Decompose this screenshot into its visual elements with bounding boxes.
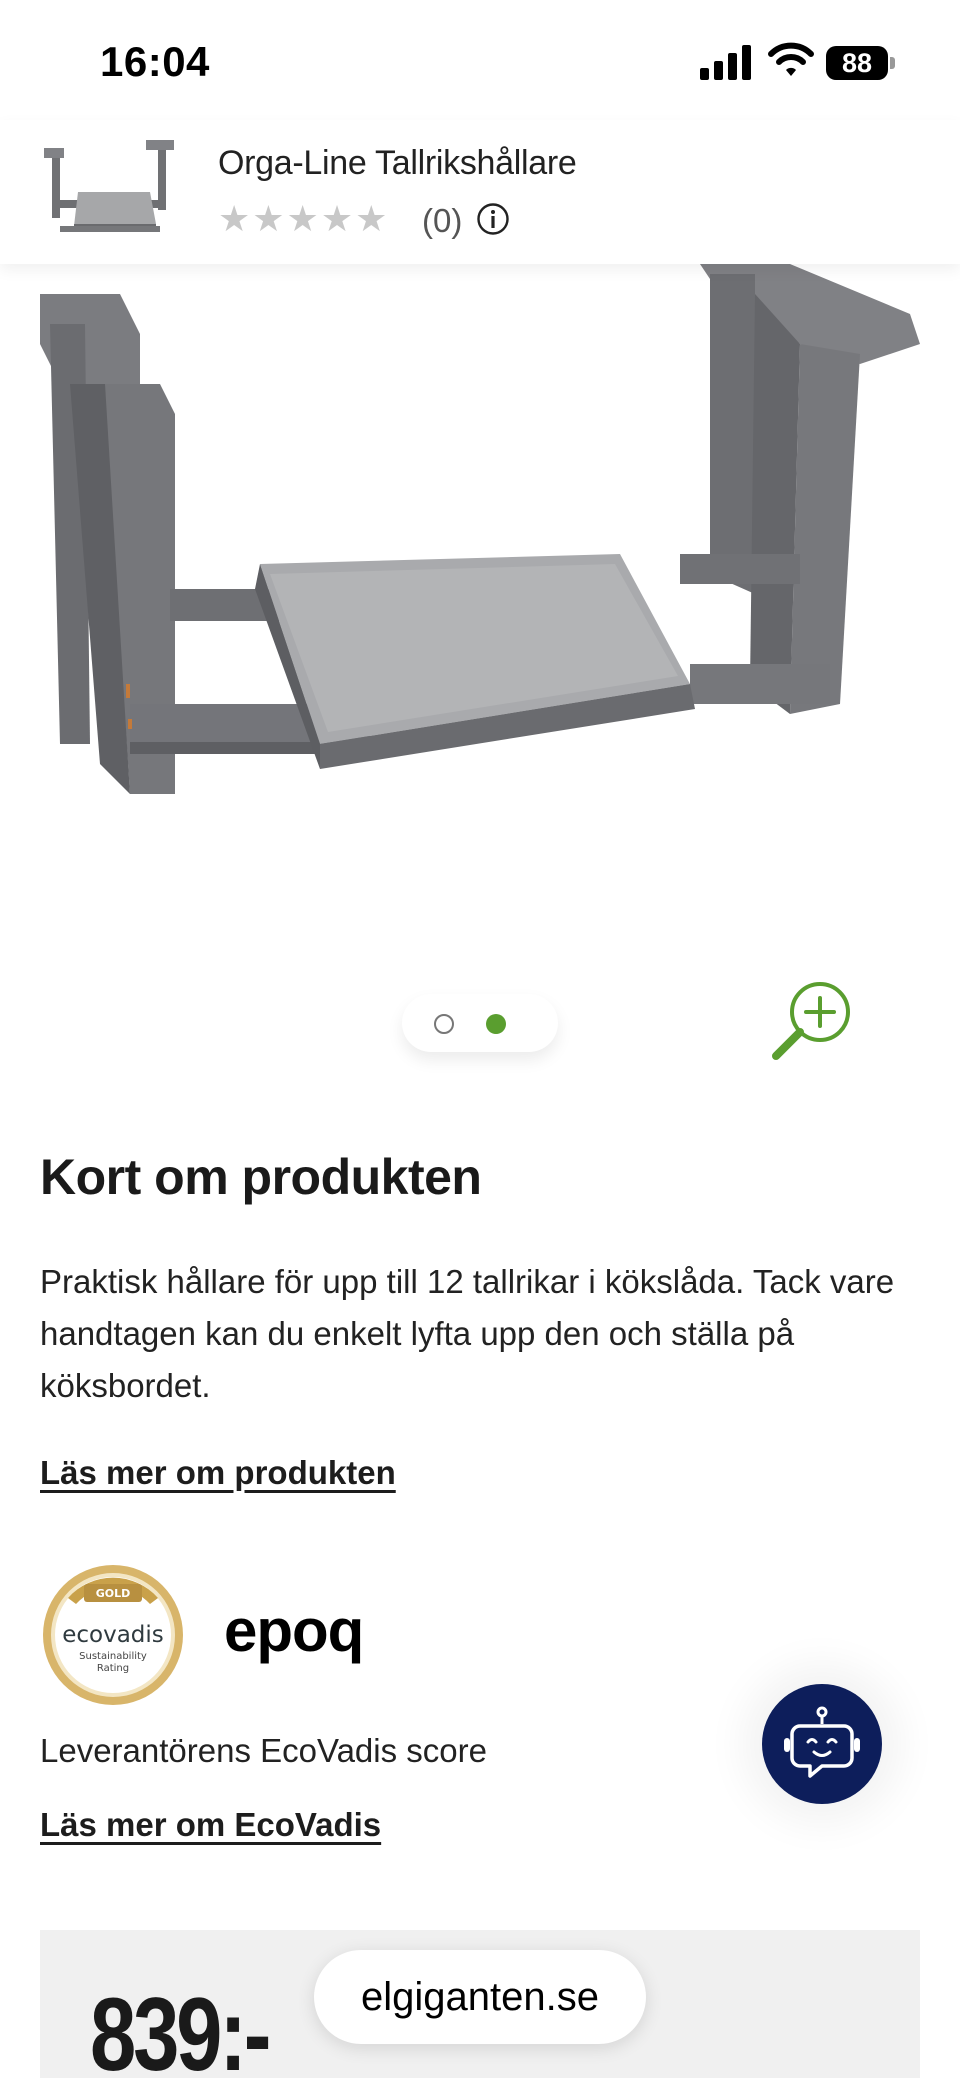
section-heading: Kort om produkten [40,1149,482,1205]
rating-stars[interactable]: ★★★★★ [218,200,389,240]
robot-icon [784,1706,860,1778]
ecovadis-score-label: Leverantörens EcoVadis score [40,1732,487,1769]
carousel-dot-1[interactable] [434,1014,454,1034]
product-thumbnail[interactable] [38,130,188,250]
battery-icon: 88 [826,46,896,80]
wifi-icon [768,42,814,76]
price: 839:- [90,1977,271,2078]
zoom-in-icon[interactable] [768,974,858,1064]
browser-url-bar[interactable]: elgiganten.se [314,1950,646,2044]
product-description: Praktisk hållare för upp till 12 tallrik… [40,1263,895,1404]
product-header: Orga-Line Tallrikshållare ★★★★★ (0) [0,120,960,264]
rating-count[interactable]: (0) [422,202,462,240]
signal-icon [700,44,752,80]
badge-tier: GOLD [96,1587,131,1600]
chatbot-button[interactable] [762,1684,882,1804]
carousel-indicator [402,994,558,1052]
battery-level: 88 [826,46,888,80]
product-image[interactable] [30,264,930,824]
read-more-product-link[interactable]: Läs mer om produkten [40,1454,396,1492]
info-icon[interactable] [476,202,510,236]
badge-line1: Sustainability [79,1651,147,1662]
carousel-dot-2[interactable] [486,1014,506,1034]
status-bar: 16:04 88 [0,0,960,120]
read-more-ecovadis-link[interactable]: Läs mer om EcoVadis [40,1806,381,1844]
badge-name: ecovadis [62,1622,164,1648]
status-time: 16:04 [100,38,210,85]
product-title: Orga-Line Tallrikshållare [218,144,577,182]
image-gallery[interactable] [0,264,960,1064]
ecovadis-badge[interactable]: GOLD ecovadis Sustainability Rating [40,1562,186,1708]
badge-line2: Rating [97,1663,129,1674]
supplier-logo: epoq [224,1597,364,1664]
